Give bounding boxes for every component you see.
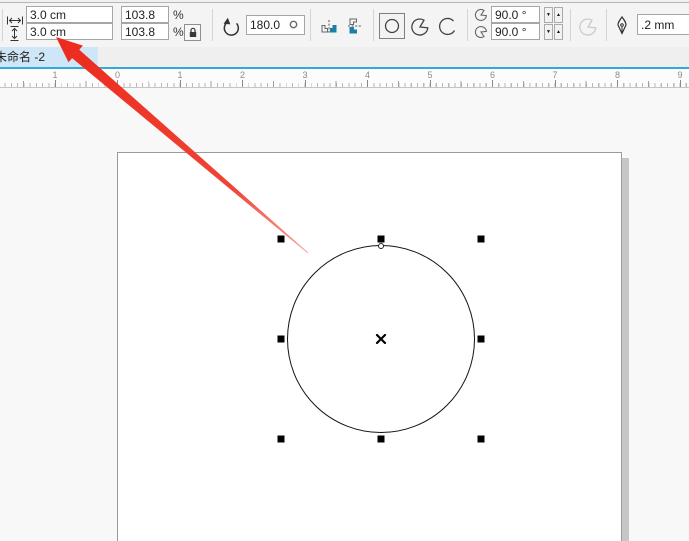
ruler-units: 1 0 1 2 3 4 5 6 7 8 9 (0, 69, 689, 87)
pie-start-angle-icon (474, 8, 488, 22)
ellipse-node[interactable] (378, 243, 384, 249)
selection-handle-top-center[interactable] (378, 236, 385, 243)
object-width-input[interactable] (26, 6, 113, 23)
pie-end-decrement-button[interactable]: ▼ (544, 24, 553, 40)
selection-handle-middle-right[interactable] (478, 336, 485, 343)
toolbar-separator (310, 9, 311, 41)
ruler-unit-label: 2 (240, 70, 245, 80)
ruler-unit-label: 3 (302, 70, 307, 80)
document-tab-active[interactable]: 未命名 -2 (0, 47, 98, 67)
lock-ratio-button[interactable] (184, 24, 201, 41)
mirror-horizontal-icon (320, 18, 338, 35)
lock-icon (188, 27, 198, 38)
ruler-unit-label: 7 (552, 70, 557, 80)
drawing-canvas[interactable] (0, 88, 689, 541)
toolbar-separator (212, 9, 213, 41)
arc-mode-button[interactable] (436, 15, 460, 39)
ellipse-mode-button[interactable] (379, 13, 405, 39)
toolbar-separator (570, 9, 571, 41)
percent-label-bottom: % (173, 25, 184, 39)
pie-icon (410, 17, 430, 37)
ruler-unit-label: 4 (365, 70, 370, 80)
ruler-unit-label: 1 (52, 70, 57, 80)
document-tab-bar: 未命名 -2 (0, 47, 689, 67)
mirror-vertical-icon (347, 17, 365, 35)
object-height-icon (10, 26, 19, 41)
app-window: { "toolbar": { "size_width": "3.0 cm", "… (0, 0, 689, 541)
ruler-unit-label: 6 (490, 70, 495, 80)
toolbar-separator (2, 9, 3, 41)
selection-handle-top-left[interactable] (278, 236, 285, 243)
page-shadow (622, 158, 629, 541)
ruler-unit-label: 0 (115, 70, 120, 80)
selection-handle-bottom-right[interactable] (478, 436, 485, 443)
rotation-icon (220, 17, 242, 39)
horizontal-ruler[interactable]: 1 0 1 2 3 4 5 6 7 8 9 (0, 69, 689, 88)
selection-handle-bottom-left[interactable] (278, 436, 285, 443)
pie-end-increment-button[interactable]: ▲ (554, 24, 563, 40)
mirror-vertical-button[interactable] (344, 14, 368, 38)
property-bar: % % (0, 3, 689, 47)
pie-end-angle-icon (474, 25, 488, 39)
pie-mode-button[interactable] (408, 15, 432, 39)
outline-pen-icon (615, 16, 629, 35)
scale-height-input[interactable] (121, 23, 169, 40)
pie-start-increment-button[interactable]: ▲ (554, 7, 563, 23)
change-direction-button-disabled (576, 15, 600, 39)
pie-start-angle-input[interactable] (491, 6, 540, 23)
degree-symbol-icon (289, 20, 298, 29)
pie-end-angle-input[interactable] (491, 23, 540, 40)
ruler-unit-label: 8 (615, 70, 620, 80)
scale-width-input[interactable] (121, 6, 169, 23)
object-width-icon (7, 16, 23, 25)
selection-handle-middle-left[interactable] (278, 336, 285, 343)
selection-handle-bottom-center[interactable] (378, 436, 385, 443)
change-direction-icon (578, 17, 598, 37)
toolbar-separator (606, 9, 607, 41)
ellipse-icon (384, 18, 400, 34)
object-center-marker[interactable] (376, 334, 387, 345)
toolbar-separator (467, 9, 468, 41)
mirror-horizontal-button[interactable] (317, 14, 341, 38)
pie-start-decrement-button[interactable]: ▼ (544, 7, 553, 23)
arc-icon (438, 17, 458, 37)
ruler-unit-label: 9 (677, 70, 682, 80)
selection-handle-top-right[interactable] (478, 236, 485, 243)
ruler-unit-label: 5 (427, 70, 432, 80)
toolbar-separator (373, 9, 374, 41)
percent-label-top: % (173, 8, 184, 22)
object-height-input[interactable] (26, 23, 113, 40)
outline-width-input[interactable] (637, 14, 689, 35)
ruler-unit-label: 1 (177, 70, 182, 80)
